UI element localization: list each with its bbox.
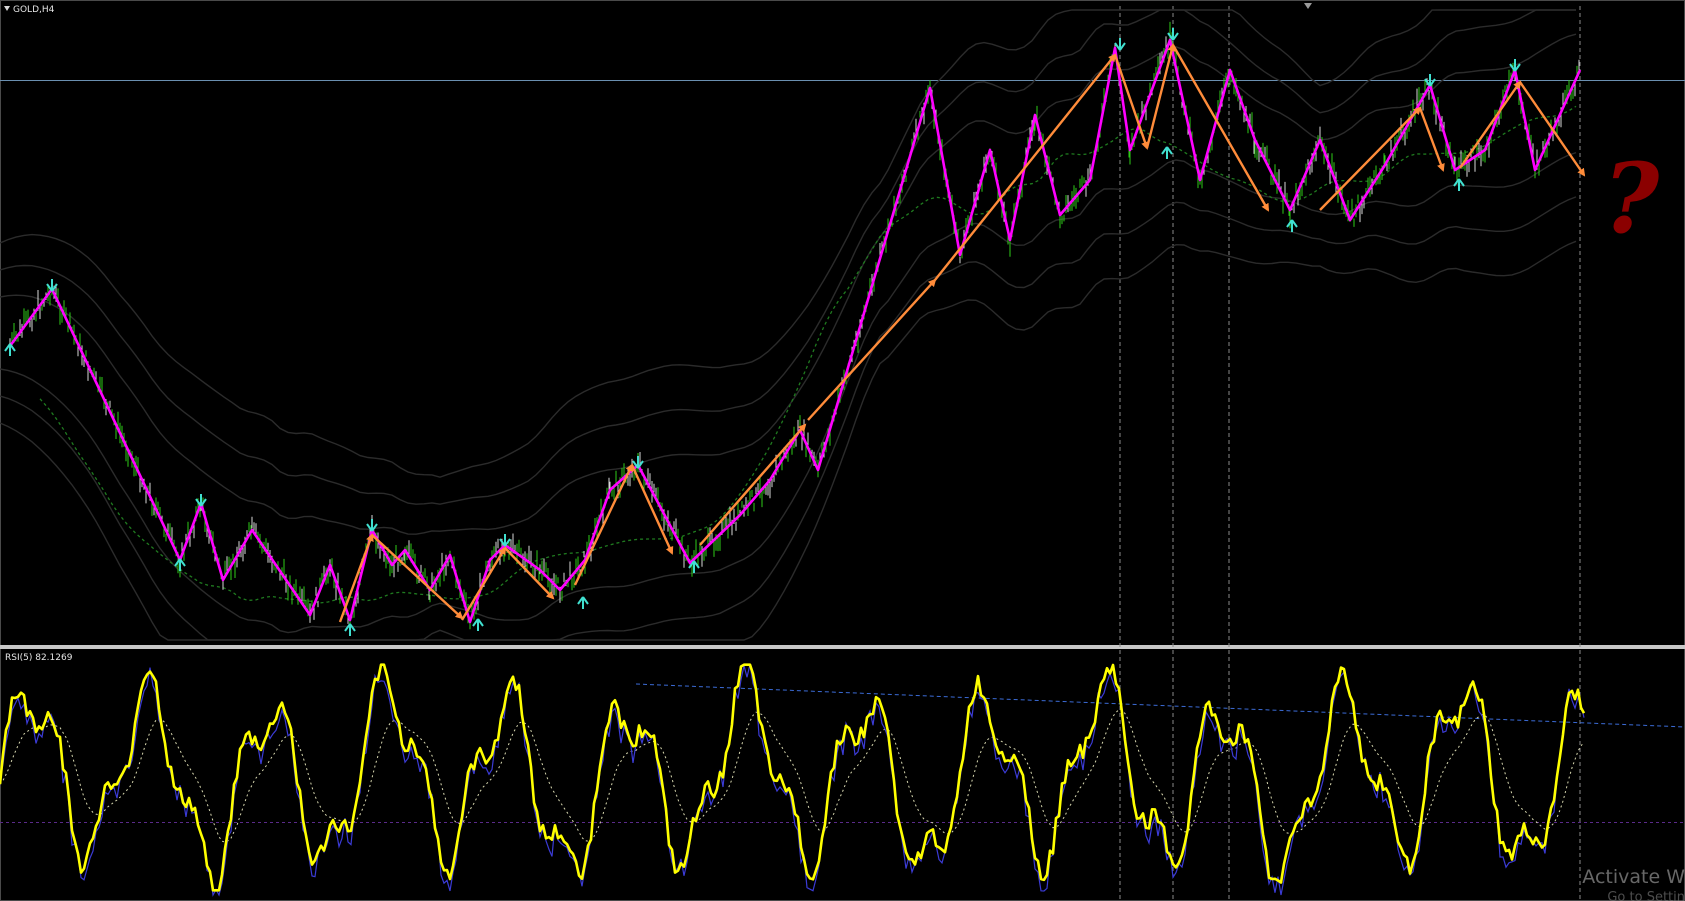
fractal-arrow-icon — [1509, 59, 1521, 72]
trend-arrow — [807, 278, 937, 421]
fractal-arrow-icon — [1453, 178, 1465, 191]
rsi-trendline[interactable] — [635, 683, 1685, 728]
trend-arrow — [573, 463, 634, 586]
trend-arrow — [1171, 44, 1270, 212]
rsi-pane[interactable] — [0, 663, 1685, 897]
activate-windows-watermark: Activate W — [1582, 866, 1685, 888]
fractal-arrow-icon — [577, 596, 589, 609]
scroll-marker-icon — [1304, 3, 1312, 9]
envelope-band — [0, 151, 1577, 634]
trend-arrow — [1459, 80, 1522, 169]
trend-arrow — [338, 533, 374, 623]
fractal-arrow-icon — [472, 618, 484, 631]
chart-frame — [0, 0, 1685, 901]
envelope-band — [0, 196, 1577, 641]
rsi-main-line — [0, 663, 1586, 892]
chart-title-text: GOLD,H4 — [13, 5, 55, 15]
trend-arrow — [1519, 81, 1586, 177]
rsi-secondary-line — [0, 664, 1585, 897]
activate-windows-subtext: Go to Settin — [1607, 890, 1685, 901]
question-mark: ? — [1603, 142, 1660, 255]
vertical-time-lines — [1119, 6, 1581, 901]
envelope-band — [0, 240, 1577, 641]
trend-arrow — [460, 546, 507, 621]
collapse-arrow-icon[interactable] — [4, 6, 10, 11]
pane-separator[interactable] — [0, 645, 1685, 649]
trend-arrow — [699, 423, 807, 546]
fractal-arrow-icon — [632, 456, 644, 469]
mt4-chart-window[interactable]: ? GOLD,H4 RSI(5) 82.1269 Activate W Go t… — [0, 0, 1685, 901]
chart-title[interactable]: GOLD,H4 — [4, 5, 54, 16]
chart-canvas[interactable]: ? — [0, 0, 1685, 901]
trend-arrows — [338, 43, 1586, 623]
fractal-arrow-icon — [1114, 38, 1126, 51]
fractal-arrow-icon — [4, 343, 16, 356]
trend-arrow — [371, 534, 464, 620]
trend-arrow — [630, 464, 674, 555]
dotted-moving-average — [39, 105, 1577, 604]
fractal-arrow-icon — [1161, 146, 1173, 159]
envelope-band — [0, 9, 1576, 505]
fractal-arrow-icon — [1286, 219, 1298, 232]
indicator-label: RSI(5) 82.1269 — [5, 653, 73, 663]
envelope-bands — [0, 9, 1577, 641]
